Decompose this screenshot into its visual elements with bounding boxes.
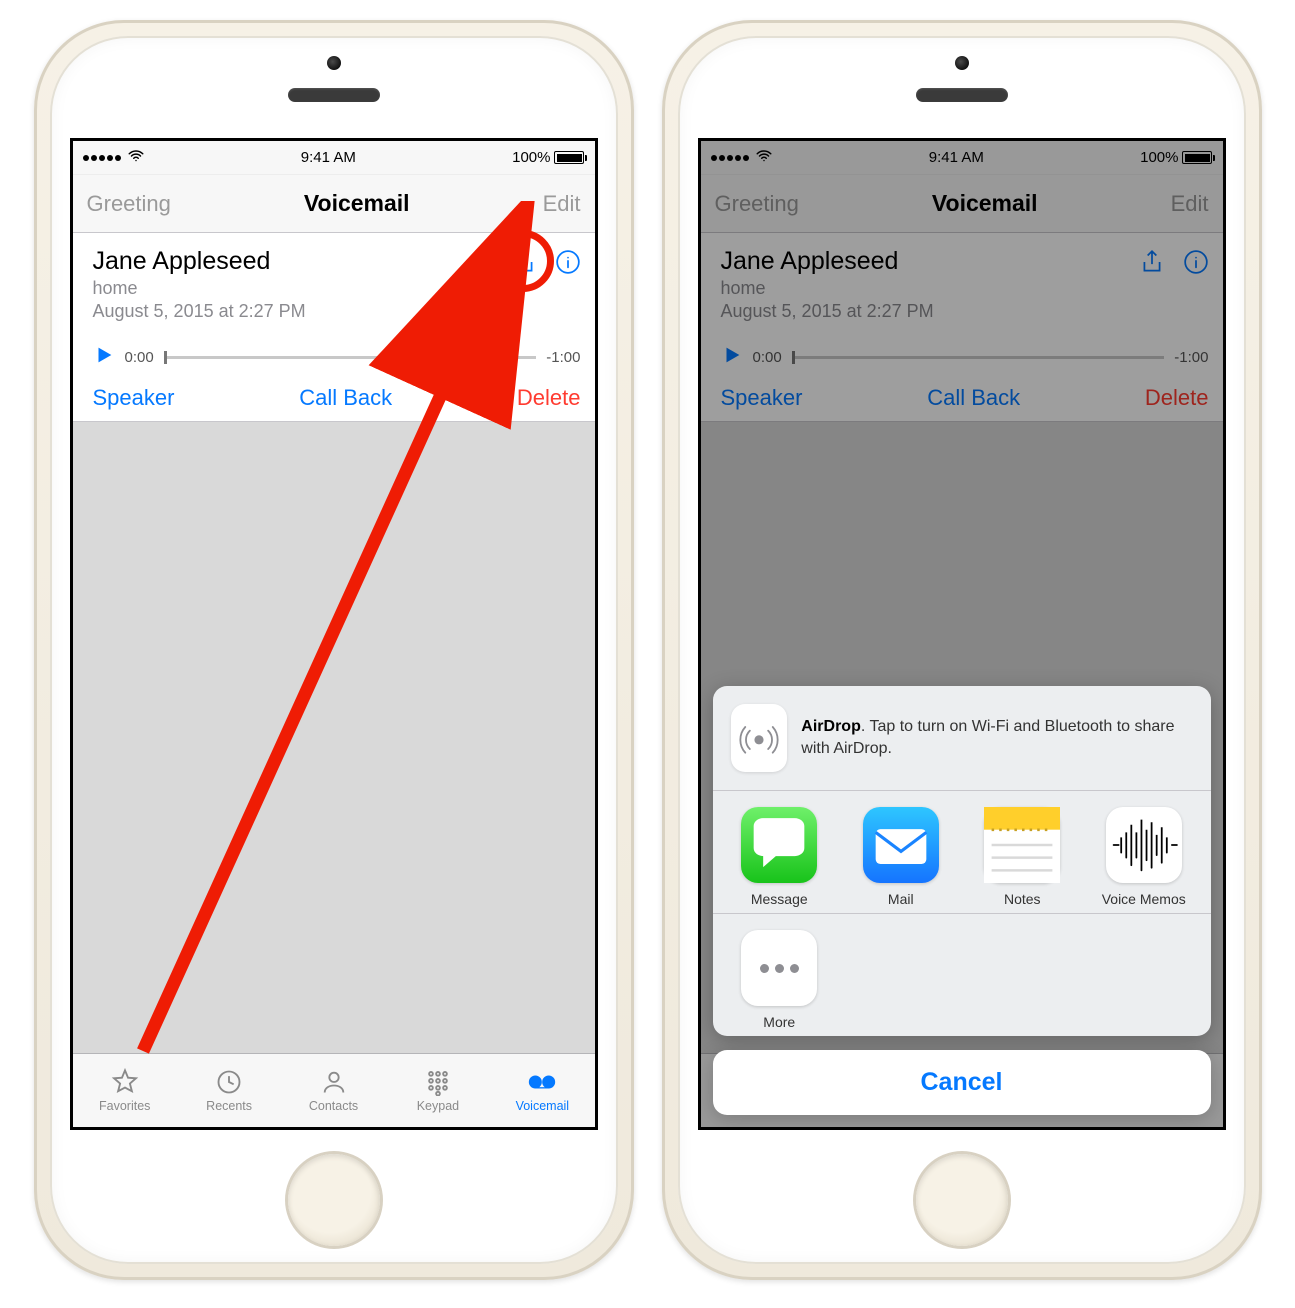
front-camera-icon bbox=[955, 56, 969, 70]
contact-datetime: August 5, 2015 at 2:27 PM bbox=[93, 301, 511, 322]
earpiece-speaker bbox=[916, 88, 1008, 102]
tab-voicemail[interactable]: Voicemail bbox=[490, 1054, 594, 1127]
battery-icon bbox=[554, 151, 584, 164]
nav-title: Voicemail bbox=[304, 190, 410, 217]
share-mail[interactable]: Mail bbox=[840, 807, 962, 907]
share-sheet: AirDrop. Tap to turn on Wi-Fi and Blueto… bbox=[713, 686, 1211, 1115]
contact-label: home bbox=[93, 278, 511, 299]
iphone-left: 9:41 AM 100% Greeting Voicemail Edit Jan… bbox=[34, 20, 634, 1280]
share-actions-row: More bbox=[713, 914, 1211, 1036]
voicemail-card: Jane Appleseed home August 5, 2015 at 2:… bbox=[73, 233, 595, 422]
share-more[interactable]: More bbox=[719, 930, 841, 1030]
scrub-track[interactable] bbox=[164, 356, 537, 359]
share-voice-memos[interactable]: Voice Memos bbox=[1083, 807, 1205, 907]
iphone-right: 9:41 AM 100% Greeting Voicemail Edit Jan… bbox=[662, 20, 1262, 1280]
cancel-button[interactable]: Cancel bbox=[713, 1050, 1211, 1115]
share-notes[interactable]: Notes bbox=[962, 807, 1084, 907]
airdrop-row[interactable]: AirDrop. Tap to turn on Wi-Fi and Blueto… bbox=[713, 686, 1211, 790]
play-icon[interactable] bbox=[93, 344, 115, 371]
tab-recents[interactable]: Recents bbox=[177, 1054, 281, 1127]
screen-right: 9:41 AM 100% Greeting Voicemail Edit Jan… bbox=[698, 138, 1226, 1130]
airdrop-text: AirDrop. Tap to turn on Wi-Fi and Blueto… bbox=[801, 716, 1192, 759]
front-camera-icon bbox=[327, 56, 341, 70]
contact-name: Jane Appleseed bbox=[93, 247, 511, 276]
battery-pct: 100% bbox=[512, 149, 550, 166]
wifi-icon bbox=[127, 147, 145, 169]
tab-keypad[interactable]: Keypad bbox=[386, 1054, 490, 1127]
more-icon bbox=[760, 964, 799, 973]
nav-bar: Greeting Voicemail Edit bbox=[73, 175, 595, 233]
delete-button[interactable]: Delete bbox=[517, 385, 581, 411]
tab-contacts[interactable]: Contacts bbox=[281, 1054, 385, 1127]
speaker-button[interactable]: Speaker bbox=[93, 385, 175, 411]
share-icon[interactable] bbox=[511, 249, 537, 280]
time-remaining: -1:00 bbox=[546, 349, 580, 366]
info-icon[interactable] bbox=[555, 249, 581, 280]
earpiece-speaker bbox=[288, 88, 380, 102]
status-bar: 9:41 AM 100% bbox=[73, 141, 595, 175]
airdrop-icon bbox=[731, 704, 788, 772]
tab-favorites[interactable]: Favorites bbox=[73, 1054, 177, 1127]
home-button[interactable] bbox=[288, 1154, 380, 1246]
time-elapsed: 0:00 bbox=[125, 349, 154, 366]
cell-signal-icon bbox=[83, 155, 121, 161]
playback-scrubber[interactable]: 0:00 -1:00 bbox=[93, 344, 581, 371]
share-message[interactable]: Message bbox=[719, 807, 841, 907]
edit-button[interactable]: Edit bbox=[543, 191, 581, 217]
screen-left: 9:41 AM 100% Greeting Voicemail Edit Jan… bbox=[70, 138, 598, 1130]
empty-list-area bbox=[73, 422, 595, 1130]
callback-button[interactable]: Call Back bbox=[299, 385, 392, 411]
status-time: 9:41 AM bbox=[301, 149, 356, 166]
home-button[interactable] bbox=[916, 1154, 1008, 1246]
share-apps-row: Message Mail Notes bbox=[713, 791, 1211, 913]
tab-bar: Favorites Recents Contacts Keypad bbox=[73, 1053, 595, 1127]
greeting-button[interactable]: Greeting bbox=[87, 191, 171, 217]
